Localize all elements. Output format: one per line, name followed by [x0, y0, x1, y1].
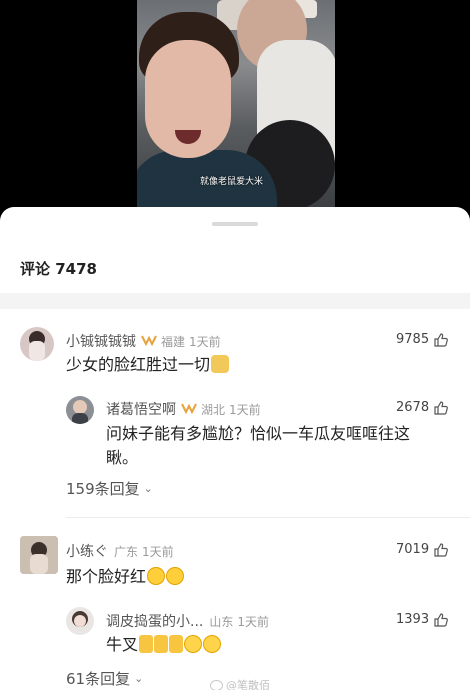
section-divider	[0, 293, 470, 309]
reply-location: 湖北	[201, 402, 226, 417]
view-replies-link[interactable]: 159条回复 ⌄	[66, 478, 153, 499]
comment-time: 1天前	[189, 334, 221, 349]
thumbs-up-emoji-icon	[154, 635, 169, 653]
like-count: 1393	[396, 612, 430, 627]
laugh-emoji-icon	[166, 567, 185, 585]
thumb-up-icon	[434, 332, 448, 347]
reply-text: 问妹子能有多尴尬？恰似一车瓜友哐哐往这 瞅。	[106, 422, 456, 470]
grin-emoji-icon	[184, 635, 203, 653]
comment-sheet: 评论 7478 小铖铖铖铖 福建 1天前 9785 少女的脸红胜过一切 诸葛悟空…	[0, 207, 470, 690]
like-button[interactable]: 7019	[396, 542, 448, 557]
like-count: 2678	[396, 400, 430, 415]
comment-text: 那个脸好红	[66, 565, 185, 589]
thumb-up-icon	[434, 612, 448, 627]
reply-time: 1天前	[229, 402, 261, 417]
avatar[interactable]	[20, 327, 54, 361]
reply-text-line: 问妹子能有多尴尬？恰似一车瓜友哐哐往这	[106, 424, 411, 443]
video-player[interactable]: 就像老鼠爱大米	[0, 0, 470, 212]
grin-emoji-icon	[203, 635, 222, 653]
doge-emoji-icon	[211, 355, 230, 373]
like-button[interactable]: 1393	[396, 612, 448, 627]
comment-separator	[66, 517, 470, 518]
comment-header: 小练ぐ 广东 1天前	[66, 541, 174, 561]
reply-author[interactable]: 诸葛悟空啊	[106, 399, 176, 419]
reply-author[interactable]: 调皮捣蛋的小...	[106, 611, 203, 631]
replies-count-label: 61条回复	[66, 670, 131, 688]
weibo-icon	[210, 679, 223, 690]
avatar[interactable]	[20, 536, 58, 574]
thumb-up-icon	[434, 542, 448, 557]
comment-author[interactable]: 小练ぐ	[66, 541, 108, 561]
comment-text-content: 少女的脸红胜过一切	[66, 355, 211, 374]
chevron-down-icon: ⌄	[134, 672, 144, 685]
watermark: @笔散佰	[210, 677, 270, 690]
replies-count-label: 159条回复	[66, 480, 140, 498]
reply-location: 山东	[209, 614, 234, 629]
watermark-text: @笔散佰	[226, 679, 270, 690]
like-button[interactable]: 2678	[396, 400, 448, 415]
comment-header: 小铖铖铖铖 福建 1天前	[66, 331, 221, 351]
comments-title-label: 评论	[20, 260, 51, 278]
comment-author[interactable]: 小铖铖铖铖	[66, 331, 136, 351]
reply-text-content: 牛叉	[106, 635, 139, 654]
comment-location: 福建	[161, 334, 186, 349]
thumb-up-icon	[434, 400, 448, 415]
reply-header: 诸葛悟空啊 湖北 1天前	[106, 399, 261, 419]
comment-text: 少女的脸红胜过一切	[66, 353, 230, 377]
comment-location: 广东	[114, 544, 139, 559]
comment-text-content: 那个脸好红	[66, 567, 147, 586]
avatar[interactable]	[66, 607, 94, 635]
comments-count: 7478	[55, 260, 97, 278]
thumbs-up-emoji-icon	[139, 635, 154, 653]
video-subtitle: 就像老鼠爱大米	[200, 177, 264, 187]
chevron-down-icon: ⌄	[143, 482, 153, 495]
vip-badge-icon	[141, 334, 157, 349]
reply-header: 调皮捣蛋的小... 山东 1天前	[106, 611, 269, 631]
reply-text-line: 瞅。	[106, 448, 139, 467]
reply-text: 牛叉	[106, 633, 222, 657]
like-button[interactable]: 9785	[396, 332, 448, 347]
like-count: 7019	[396, 542, 430, 557]
vip-badge-icon	[181, 402, 197, 417]
avatar[interactable]	[66, 396, 94, 424]
reply-time: 1天前	[237, 614, 270, 629]
drag-handle[interactable]	[212, 222, 258, 226]
view-replies-link[interactable]: 61条回复 ⌄	[66, 668, 143, 689]
like-count: 9785	[396, 332, 430, 347]
comments-header: 评论 7478	[20, 258, 97, 279]
thumbs-up-emoji-icon	[169, 635, 184, 653]
person-mouth	[175, 130, 201, 144]
laugh-emoji-icon	[147, 567, 166, 585]
person-face	[145, 40, 231, 158]
comment-time: 1天前	[142, 544, 174, 559]
